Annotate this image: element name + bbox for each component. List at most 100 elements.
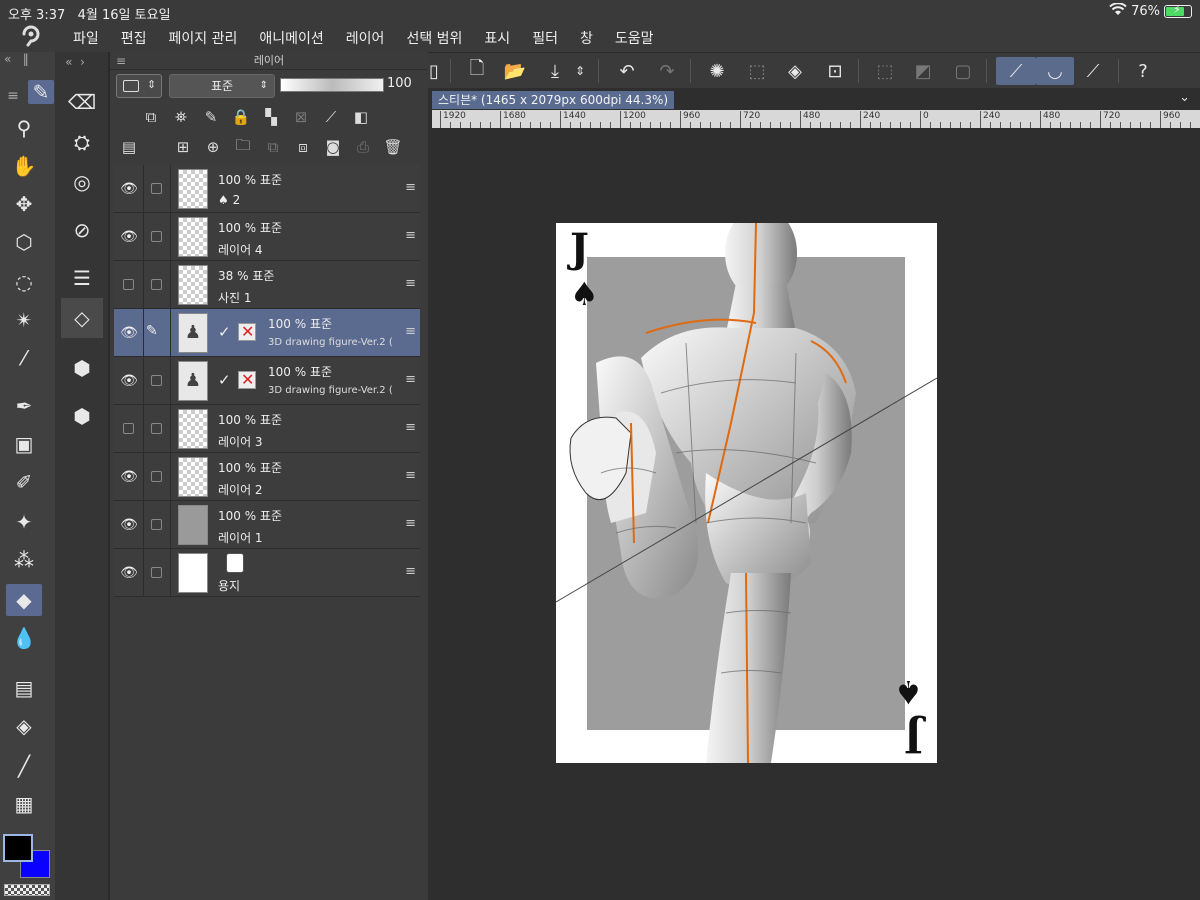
airbrush-icon[interactable]: ⁂ [6, 544, 42, 576]
layer-color-icon[interactable]: ◧ [346, 108, 376, 126]
layer-drag-handle-icon[interactable]: ≡ [405, 180, 416, 195]
menu-help[interactable]: 도움말 [604, 28, 665, 48]
new-raster-layer-icon[interactable]: ⊞ [168, 138, 198, 156]
layer-row[interactable]: 👁 100 % 표준 레이어 2 ≡ [114, 453, 420, 501]
snap-ruler-icon[interactable]: ⟋ [996, 57, 1036, 85]
layer-drag-handle-icon[interactable]: ≡ [405, 468, 416, 483]
layer-row[interactable]: 👁 100 % 표준 레이어 4 ≡ [114, 213, 420, 261]
layer-drag-handle-icon[interactable]: ≡ [405, 276, 416, 291]
menu-page[interactable]: 페이지 관리 [158, 28, 249, 48]
layer-property-icon[interactable]: ☰ [61, 258, 103, 298]
deselect-icon[interactable]: ⬚ [870, 57, 900, 85]
eraser-icon[interactable]: ◆ [6, 584, 42, 616]
eraser-soft-icon[interactable]: ⛭ [61, 122, 103, 162]
new-folder-icon[interactable]: 🗀 [228, 135, 258, 160]
chevron-down-icon[interactable]: ⌄ [1179, 90, 1190, 105]
lock-transparency-icon[interactable]: ▚ [256, 108, 286, 126]
layer-drag-handle-icon[interactable]: ≡ [405, 564, 416, 579]
zoom-icon[interactable]: ⚲ [6, 112, 42, 144]
menu-selection[interactable]: 선택 범위 [395, 28, 473, 48]
tool-palette-header[interactable]: « ‖ [0, 52, 55, 72]
eraser-hard-icon[interactable]: ⌫ [61, 82, 103, 122]
layer-drag-handle-icon[interactable]: ≡ [405, 516, 416, 531]
hand-icon[interactable]: ✋ [6, 150, 42, 182]
brush-tab-icon[interactable]: ✎ [28, 80, 54, 104]
undo-icon[interactable]: ↶ [612, 57, 642, 85]
brush-icon[interactable]: ✐ [6, 466, 42, 498]
layer-row[interactable]: 100 % 표준 레이어 3 ≡ [114, 405, 420, 453]
opacity-slider[interactable] [280, 78, 384, 92]
gradient-icon[interactable]: ▤ [6, 672, 42, 704]
material-icon[interactable]: ⬢ [61, 348, 103, 388]
loading-icon[interactable]: ✺ [702, 57, 732, 85]
opacity-value[interactable]: 100 [387, 76, 412, 91]
invert-selection-icon[interactable]: ◩ [908, 57, 938, 85]
reference-icon[interactable]: ⛯ [166, 108, 196, 126]
layer-drag-handle-icon[interactable]: ≡ [405, 228, 416, 243]
tool-menu-icon[interactable]: ≡ [4, 80, 22, 112]
apply-mask-icon[interactable]: ⎙ [348, 138, 378, 156]
mask-enable-icon[interactable]: ⊠ [286, 108, 316, 126]
visibility-off-checkbox[interactable] [123, 279, 134, 290]
merge-down-icon[interactable]: ⧈ [288, 138, 318, 156]
main-color-swatch[interactable] [3, 834, 33, 862]
menu-layer[interactable]: 레이어 [335, 28, 396, 48]
lock-icon[interactable]: 🔒 [226, 108, 256, 126]
layer-row[interactable]: 👁 ♟ ✓ 100 % 표준 3D drawing figure-Ver.2 (… [114, 357, 420, 405]
visibility-eye-icon[interactable]: 👁 [118, 373, 140, 389]
object-select-icon[interactable]: ⬡ [6, 226, 42, 258]
menu-animation[interactable]: 애니메이션 [248, 28, 334, 48]
fill-icon[interactable]: ◈ [780, 57, 810, 85]
delete-layer-icon[interactable]: 🗑 [378, 138, 408, 156]
menu-window[interactable]: 창 [569, 28, 604, 48]
save-icon[interactable]: ⤓ [540, 57, 570, 85]
transform-icon[interactable]: ⊡ [820, 57, 850, 85]
visibility-eye-icon[interactable]: 👁 [118, 517, 140, 533]
layer-select-checkbox[interactable] [151, 567, 162, 578]
eraser-vector-icon[interactable]: ◎ [61, 162, 103, 202]
snap-grid-icon[interactable]: ⟋ [1078, 57, 1108, 85]
layer-row-paper[interactable]: 👁 용지 ≡ [114, 549, 420, 597]
document-tab[interactable]: 스티븐* (1465 x 2079px 600dpi 44.3%) [432, 91, 675, 109]
decoration-icon[interactable]: ✦ [6, 506, 42, 538]
draft-icon[interactable]: ✎ [196, 108, 226, 126]
visibility-eye-icon[interactable]: 👁 [118, 565, 140, 581]
visibility-off-checkbox[interactable] [123, 423, 134, 434]
visibility-eye-icon[interactable]: 👁 [118, 469, 140, 485]
transparent-color-swatch[interactable] [4, 884, 50, 896]
eyedropper-icon[interactable]: ⁄ [6, 342, 42, 374]
open-folder-icon[interactable]: 📂 [500, 57, 530, 85]
layer-select-checkbox[interactable] [151, 423, 162, 434]
collapse-icon[interactable]: « › [57, 52, 93, 72]
layer-drag-handle-icon[interactable]: ≡ [405, 324, 416, 339]
visibility-eye-icon[interactable]: 👁 [118, 181, 140, 197]
menu-view[interactable]: 표시 [473, 28, 521, 48]
layer-row[interactable]: 👁 100 % 표준 레이어 1 ≡ [114, 501, 420, 549]
layer-select-checkbox[interactable] [151, 183, 162, 194]
canvas-area[interactable]: 스티븐* (1465 x 2079px 600dpi 44.3%) ⌄ 1920… [428, 88, 1200, 900]
transfer-down-icon[interactable]: ⧉ [258, 138, 288, 156]
magic-wand-icon[interactable]: ✴ [6, 304, 42, 336]
redo-icon[interactable]: ↷ [652, 57, 682, 85]
menu-file[interactable]: 파일 [62, 28, 110, 48]
clip-icon[interactable]: ⧉ [136, 108, 166, 126]
layers-icon[interactable]: ◇ [61, 298, 103, 338]
layer-list-icon[interactable]: ▤ [114, 138, 144, 156]
layer-panel-menu-icon[interactable]: ≡ [116, 54, 126, 68]
new-file-icon[interactable]: 🗋 [462, 57, 492, 85]
panel-edge-icon[interactable]: ▯ [428, 57, 440, 85]
frame-icon[interactable]: ▦ [6, 788, 42, 820]
layer-drag-handle-icon[interactable]: ≡ [405, 420, 416, 435]
layer-row[interactable]: 👁 100 % 표준 ♠ 2 ≡ [114, 165, 420, 213]
navigator-icon[interactable]: ⊘ [61, 210, 103, 250]
new-vector-layer-icon[interactable]: ⊕ [198, 138, 228, 156]
pencil-icon[interactable]: ▣ [6, 428, 42, 460]
layer-row-selected[interactable]: 👁 ✎ ♟ ✓ 100 % 표준 3D drawing figure-Ver.2… [114, 309, 420, 357]
blend-mode-select[interactable]: 표준 ⇕ [169, 74, 275, 98]
layer-color-dropdown[interactable]: ⇕ [116, 74, 162, 98]
save-stepper-icon[interactable]: ⇕ [572, 57, 588, 85]
fill-bucket-icon[interactable]: ◈ [6, 710, 42, 742]
blend-icon[interactable]: 💧 [6, 622, 42, 654]
visibility-eye-icon[interactable]: 👁 [118, 325, 140, 341]
layer-select-checkbox[interactable] [151, 375, 162, 386]
